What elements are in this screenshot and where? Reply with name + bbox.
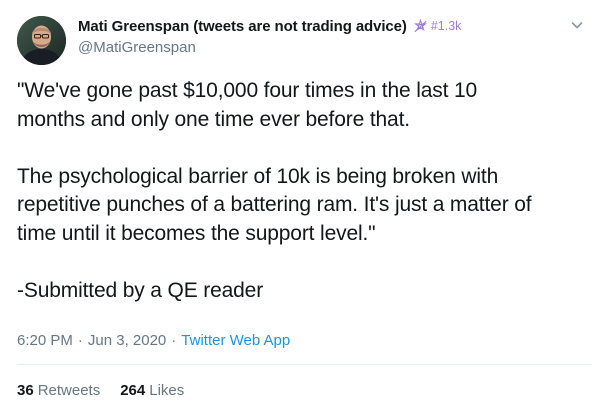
- tweet-line: months and only one time ever before tha…: [17, 107, 410, 131]
- tweet-source-link[interactable]: Twitter Web App: [181, 332, 290, 349]
- retweets-label: Retweets: [37, 381, 101, 399]
- chevron-down-icon: [571, 22, 583, 29]
- author-header: Mati Greenspan (tweets are not trading a…: [78, 16, 548, 58]
- tweet-line: "We've gone past $10,000 four times in t…: [17, 79, 478, 102]
- tweet-stats: 36 Retweets 264 Likes: [17, 380, 204, 400]
- display-name[interactable]: Mati Greenspan (tweets are not trading a…: [78, 18, 407, 35]
- tweet-date[interactable]: Jun 3, 2020: [88, 332, 166, 349]
- likes-label: Likes: [149, 381, 185, 399]
- crypto-badge-icon: [413, 18, 427, 32]
- meta-separator: ·: [77, 331, 83, 349]
- tweet-meta: 6:20 PM · Jun 3, 2020 · Twitter Web App: [17, 330, 290, 350]
- avatar-image: [17, 16, 66, 65]
- avatar[interactable]: [17, 16, 66, 65]
- tweet-line: time until it becomes the support level.…: [17, 221, 376, 245]
- tweet-card: Mati Greenspan (tweets are not trading a…: [0, 0, 606, 419]
- likes-count: 264: [120, 381, 146, 399]
- divider: [17, 364, 592, 365]
- name-row: Mati Greenspan (tweets are not trading a…: [78, 16, 548, 36]
- retweets-count: 36: [17, 381, 34, 399]
- retweets-stat[interactable]: 36 Retweets: [17, 382, 100, 399]
- badge-text: #1.3k: [430, 19, 462, 33]
- tweet-text: "We've gone past $10,000 four times in t…: [17, 77, 592, 305]
- tweet-line: The psychological barrier of 10k is bein…: [17, 164, 499, 188]
- tweet-time[interactable]: 6:20 PM: [17, 332, 73, 349]
- profile-badge: #1.3k: [413, 18, 462, 34]
- author-handle[interactable]: @MatiGreenspan: [78, 39, 548, 58]
- tweet-line: repetitive punches of a battering ram. I…: [17, 193, 532, 216]
- tweet-line: -Submitted by a QE reader: [17, 278, 264, 302]
- meta-separator: ·: [171, 331, 177, 349]
- likes-stat[interactable]: 264 Likes: [120, 382, 184, 399]
- tweet-menu-button[interactable]: [566, 14, 588, 36]
